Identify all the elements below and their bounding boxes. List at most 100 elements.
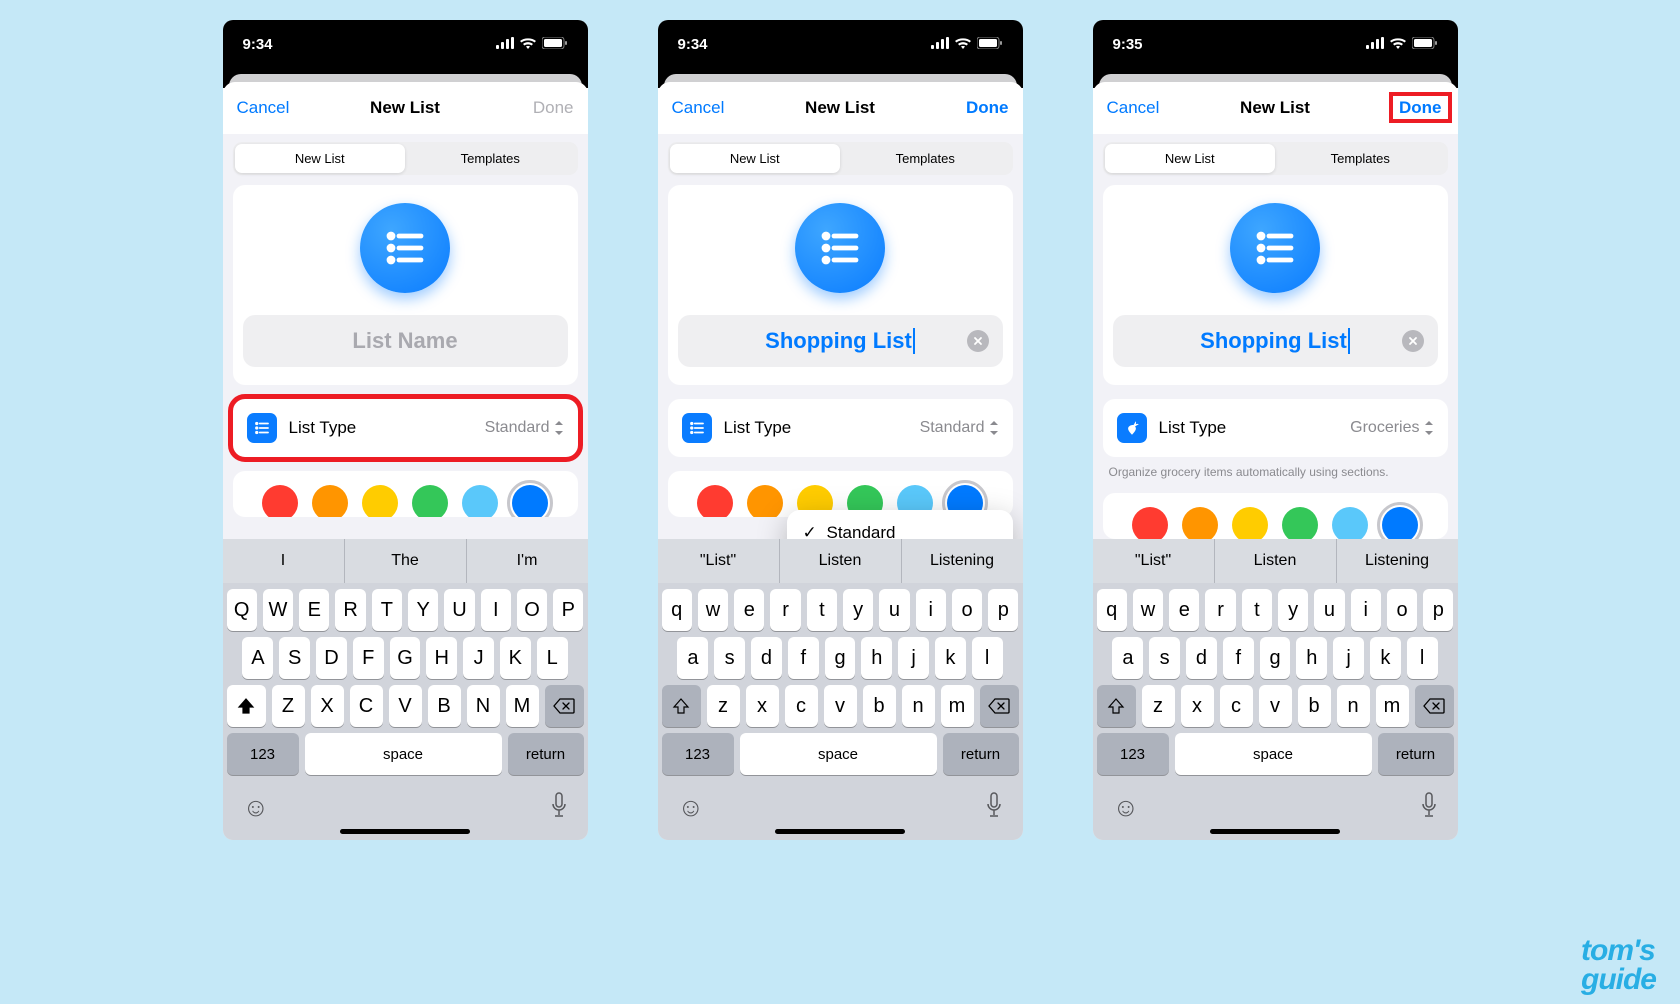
keyboard[interactable]: "List"ListenListeningqwertyuiopasdfghjkl… bbox=[658, 539, 1023, 840]
key[interactable]: o bbox=[952, 589, 982, 631]
tab-templates[interactable]: Templates bbox=[840, 144, 1011, 173]
suggestion[interactable]: Listen bbox=[780, 539, 902, 583]
clear-text-button[interactable] bbox=[967, 330, 989, 352]
list-type-menu[interactable]: ✓StandardGroceriesSmart List bbox=[787, 510, 1013, 539]
color-swatch[interactable] bbox=[1282, 507, 1318, 539]
key[interactable]: q bbox=[1097, 589, 1127, 631]
shift-key[interactable] bbox=[662, 685, 701, 727]
key[interactable]: h bbox=[1296, 637, 1327, 679]
color-swatch[interactable] bbox=[1182, 507, 1218, 539]
key[interactable]: m bbox=[941, 685, 974, 727]
key[interactable]: q bbox=[662, 589, 692, 631]
key[interactable]: p bbox=[1423, 589, 1453, 631]
key[interactable]: s bbox=[1149, 637, 1180, 679]
segmented-control[interactable]: New List Templates bbox=[668, 142, 1013, 175]
key[interactable]: T bbox=[372, 589, 402, 631]
list-icon[interactable] bbox=[1230, 203, 1320, 293]
key[interactable]: D bbox=[316, 637, 347, 679]
key[interactable]: x bbox=[1181, 685, 1214, 727]
key[interactable]: t bbox=[1242, 589, 1272, 631]
suggestion-bar[interactable]: "List"ListenListening bbox=[1093, 539, 1458, 583]
key[interactable]: p bbox=[988, 589, 1018, 631]
list-type-row[interactable]: List Type Groceries bbox=[1103, 399, 1448, 457]
key[interactable]: l bbox=[1407, 637, 1438, 679]
key[interactable]: A bbox=[242, 637, 273, 679]
key[interactable]: d bbox=[1186, 637, 1217, 679]
list-name-input[interactable]: Shopping List bbox=[1113, 315, 1438, 367]
list-name-input[interactable]: List Name bbox=[243, 315, 568, 367]
key[interactable]: r bbox=[1205, 589, 1235, 631]
key[interactable]: J bbox=[463, 637, 494, 679]
return-key[interactable]: return bbox=[1378, 733, 1454, 775]
key[interactable]: f bbox=[788, 637, 819, 679]
key[interactable]: n bbox=[1337, 685, 1370, 727]
backspace-key[interactable] bbox=[1415, 685, 1454, 727]
key[interactable]: w bbox=[1133, 589, 1163, 631]
key[interactable]: G bbox=[390, 637, 421, 679]
color-swatch[interactable] bbox=[262, 485, 298, 517]
key[interactable]: j bbox=[1333, 637, 1364, 679]
shift-key[interactable] bbox=[1097, 685, 1136, 727]
list-icon[interactable] bbox=[795, 203, 885, 293]
key[interactable]: i bbox=[1351, 589, 1381, 631]
color-picker[interactable] bbox=[1103, 493, 1448, 539]
color-swatch[interactable] bbox=[697, 485, 733, 517]
key[interactable]: b bbox=[863, 685, 896, 727]
color-swatch[interactable] bbox=[412, 485, 448, 517]
tab-new-list[interactable]: New List bbox=[235, 144, 406, 173]
key[interactable]: r bbox=[770, 589, 800, 631]
key[interactable]: z bbox=[1142, 685, 1175, 727]
color-swatch[interactable] bbox=[462, 485, 498, 517]
key[interactable]: a bbox=[1112, 637, 1143, 679]
key[interactable]: e bbox=[1169, 589, 1199, 631]
key[interactable]: c bbox=[1220, 685, 1253, 727]
return-key[interactable]: return bbox=[943, 733, 1019, 775]
suggestion[interactable]: "List" bbox=[1093, 539, 1215, 583]
menu-item[interactable]: ✓Standard bbox=[787, 510, 1013, 539]
key[interactable]: N bbox=[467, 685, 500, 727]
tab-templates[interactable]: Templates bbox=[405, 144, 576, 173]
color-swatch[interactable] bbox=[1332, 507, 1368, 539]
dictation-key[interactable] bbox=[985, 792, 1003, 823]
key[interactable]: U bbox=[444, 589, 474, 631]
key[interactable]: x bbox=[746, 685, 779, 727]
suggestion-bar[interactable]: ITheI'm bbox=[223, 539, 588, 583]
color-swatch[interactable] bbox=[1232, 507, 1268, 539]
key[interactable]: R bbox=[335, 589, 365, 631]
space-key[interactable]: space bbox=[1175, 733, 1372, 775]
emoji-key[interactable]: ☺ bbox=[243, 792, 270, 823]
key[interactable]: f bbox=[1223, 637, 1254, 679]
key[interactable]: B bbox=[428, 685, 461, 727]
suggestion[interactable]: Listen bbox=[1215, 539, 1337, 583]
key[interactable]: h bbox=[861, 637, 892, 679]
emoji-key[interactable]: ☺ bbox=[678, 792, 705, 823]
key[interactable]: X bbox=[311, 685, 344, 727]
key[interactable]: M bbox=[506, 685, 539, 727]
suggestion[interactable]: I'm bbox=[467, 539, 588, 583]
key[interactable]: w bbox=[698, 589, 728, 631]
emoji-key[interactable]: ☺ bbox=[1113, 792, 1140, 823]
done-button[interactable]: Done bbox=[966, 98, 1009, 117]
color-swatch[interactable] bbox=[312, 485, 348, 517]
key[interactable]: y bbox=[1278, 589, 1308, 631]
key[interactable]: e bbox=[734, 589, 764, 631]
key[interactable]: n bbox=[902, 685, 935, 727]
done-button[interactable]: Done bbox=[533, 98, 574, 117]
suggestion[interactable]: "List" bbox=[658, 539, 780, 583]
numbers-key[interactable]: 123 bbox=[662, 733, 734, 775]
color-swatch[interactable] bbox=[362, 485, 398, 517]
key[interactable]: g bbox=[1260, 637, 1291, 679]
key[interactable]: O bbox=[517, 589, 547, 631]
key[interactable]: d bbox=[751, 637, 782, 679]
done-button[interactable]: Done bbox=[1389, 92, 1452, 123]
key[interactable]: Q bbox=[227, 589, 257, 631]
keyboard[interactable]: "List"ListenListeningqwertyuiopasdfghjkl… bbox=[1093, 539, 1458, 840]
list-type-row[interactable]: List Type Standard bbox=[668, 399, 1013, 457]
clear-text-button[interactable] bbox=[1402, 330, 1424, 352]
key[interactable]: b bbox=[1298, 685, 1331, 727]
numbers-key[interactable]: 123 bbox=[227, 733, 299, 775]
key[interactable]: s bbox=[714, 637, 745, 679]
key[interactable]: Z bbox=[272, 685, 305, 727]
suggestion[interactable]: I bbox=[223, 539, 345, 583]
keyboard[interactable]: ITheI'mQWERTYUIOPASDFGHJKLZXCVBNM 123 sp… bbox=[223, 539, 588, 840]
